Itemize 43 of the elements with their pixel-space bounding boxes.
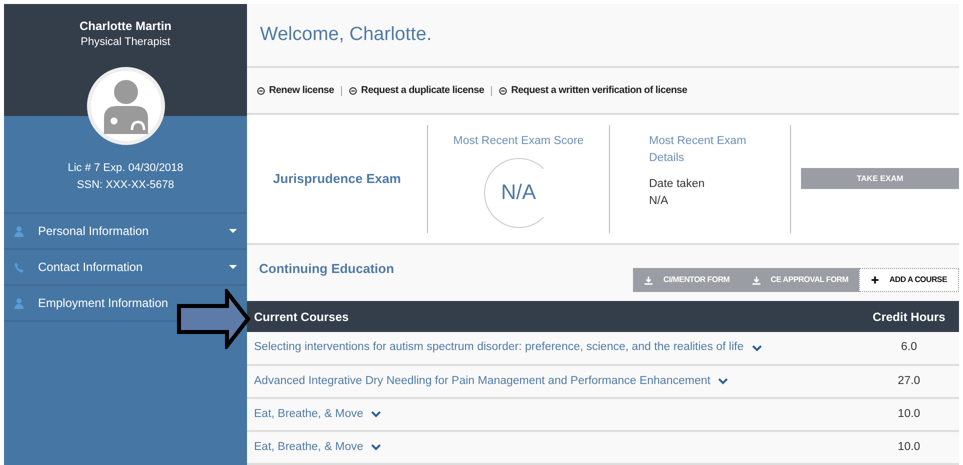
minus-circle-icon bbox=[499, 86, 508, 94]
form-button[interactable]: ADD A COURSE bbox=[859, 268, 959, 292]
form-button[interactable]: CE APPROVAL FORM bbox=[740, 268, 860, 292]
date-label: Date taken bbox=[649, 176, 706, 192]
person-icon bbox=[14, 298, 24, 308]
license-number: Lic # 7 Exp. 04/30/2018 bbox=[68, 161, 184, 176]
course-title[interactable]: Advanced Integrative Dry Needling for Pain Management and Performance Enhancement bbox=[254, 372, 728, 390]
person-icon bbox=[14, 226, 24, 236]
details-label: Most Recent Exam Details bbox=[649, 134, 748, 166]
caret-icon bbox=[229, 229, 237, 233]
license-link[interactable]: Request a written verification of license bbox=[499, 83, 688, 98]
chevron-down-icon bbox=[718, 378, 728, 385]
plus-icon bbox=[871, 276, 880, 284]
column-header: Current Courses bbox=[247, 301, 859, 332]
profile-name: Charlotte Martin bbox=[79, 18, 172, 34]
credit-hours: 27.0 bbox=[859, 365, 959, 398]
minus-circle-icon bbox=[257, 86, 265, 94]
credit-hours: 10.0 bbox=[859, 431, 959, 464]
exam-title: Jurisprudence Exam bbox=[273, 170, 401, 188]
course-title[interactable]: Eat, Breathe, & Move bbox=[254, 438, 382, 456]
minus-circle-icon bbox=[349, 86, 358, 94]
course-title[interactable]: Selecting interventions for autism spectrum disorder: preference, science, and the realities of life bbox=[254, 339, 762, 357]
course-title[interactable]: Eat, Breathe, & Move bbox=[254, 406, 382, 424]
take-exam-button[interactable]: TAKE EXAM bbox=[801, 168, 959, 190]
form-button[interactable]: CI/MENTOR FORM bbox=[633, 268, 741, 292]
profile-title: Physical Therapist bbox=[80, 35, 170, 50]
license-link[interactable]: Request a duplicate license bbox=[349, 83, 484, 98]
credit-hours: 10.0 bbox=[859, 398, 959, 431]
column-header: Credit Hours bbox=[859, 301, 959, 332]
phone-icon bbox=[14, 262, 24, 272]
ssn: SSN: XXX-XX-5678 bbox=[76, 178, 174, 193]
score-label: Most Recent Exam Score bbox=[453, 134, 584, 149]
chevron-down-icon bbox=[752, 344, 762, 352]
caret-icon bbox=[229, 265, 237, 269]
chevron-down-icon bbox=[371, 444, 382, 451]
credit-hours: 6.0 bbox=[859, 332, 959, 365]
date-value: N/A bbox=[649, 194, 670, 209]
download-icon bbox=[644, 276, 654, 284]
section-title: Continuing Education bbox=[259, 260, 394, 278]
chevron-down-icon bbox=[371, 411, 382, 418]
license-link[interactable]: Renew license bbox=[257, 83, 334, 98]
download-icon bbox=[752, 276, 761, 284]
welcome-heading: Welcome, Charlotte. bbox=[260, 22, 432, 47]
